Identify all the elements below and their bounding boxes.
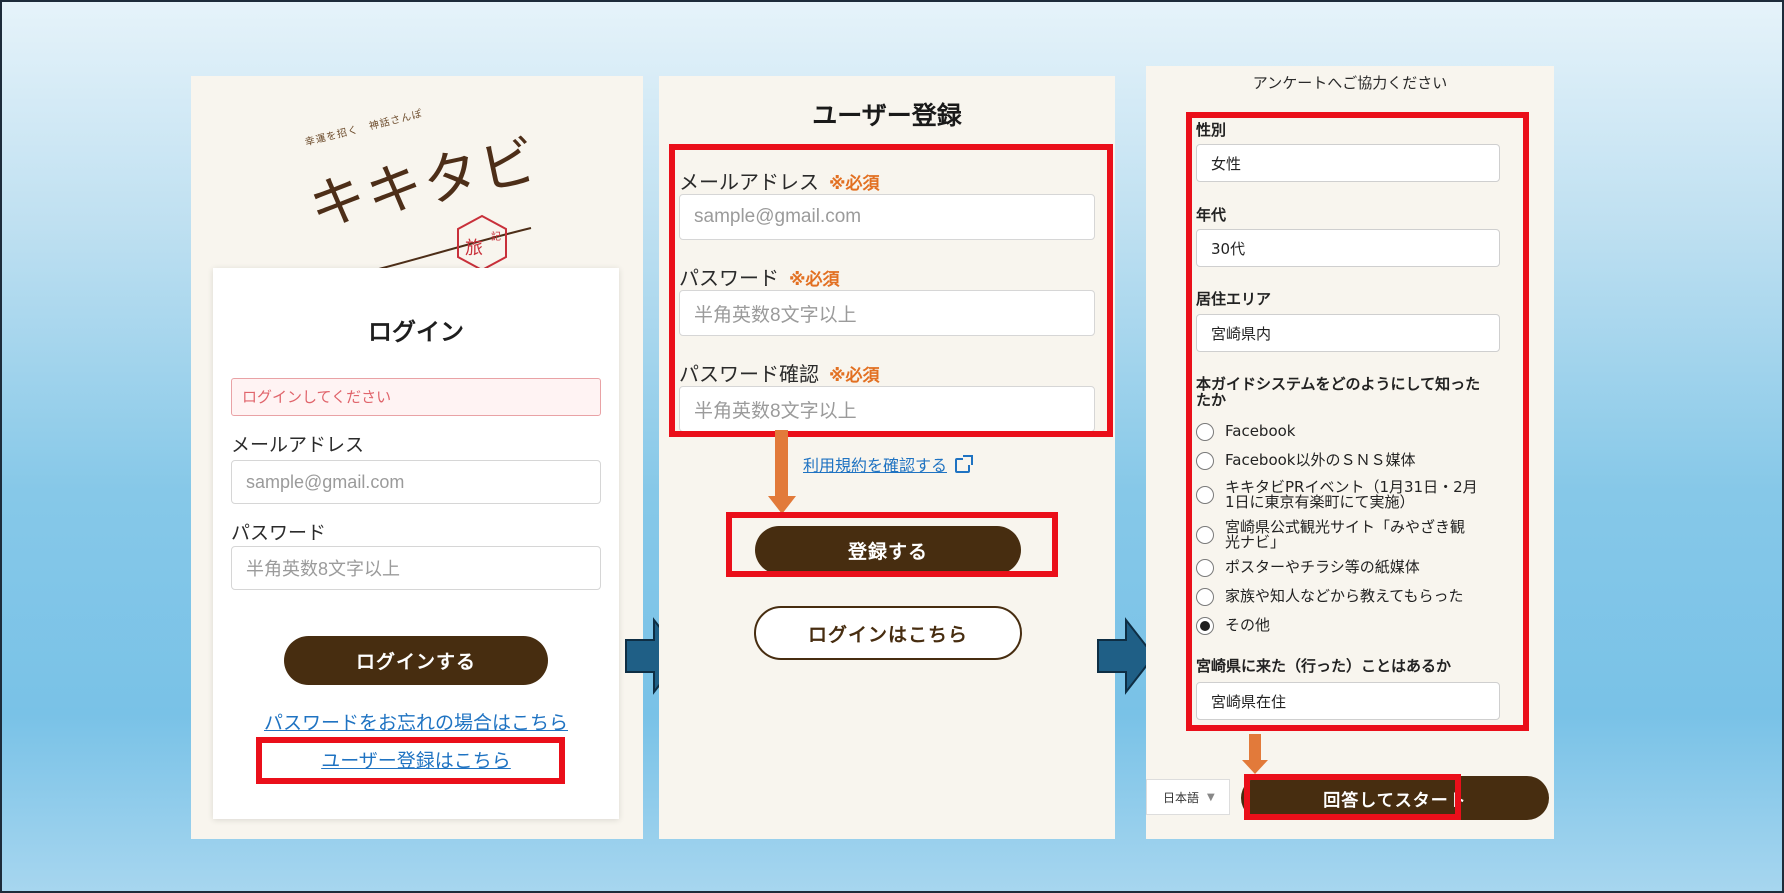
- login-alert: ログインしてください: [231, 378, 601, 416]
- screenshot-root: { "login": { "logo_tagline": "幸運を招く 神話さん…: [0, 0, 1784, 893]
- highlight-survey-submit: [1244, 774, 1461, 820]
- password-label: パスワード: [231, 522, 327, 544]
- caret-down-icon: ▼: [1207, 791, 1215, 803]
- survey-header: アンケートへご協力ください: [1252, 74, 1448, 92]
- terms-link[interactable]: 利用規約を確認する: [803, 452, 974, 476]
- login-link-button[interactable]: ログインはこちら: [754, 606, 1022, 660]
- login-screen: 幸運を招く 神話さんぽ キキタビ 旅 記 ログイン ログインしてください メール…: [191, 76, 643, 839]
- highlight-survey-form: [1186, 112, 1529, 731]
- terms-link-text[interactable]: 利用規約を確認する: [803, 456, 947, 475]
- highlight-register-form: [669, 144, 1113, 437]
- logo-seal-small-character: 記: [491, 232, 501, 243]
- forgot-password-link[interactable]: パスワードをお忘れの場合はこちら: [213, 708, 619, 735]
- logo-seal-character: 旅: [465, 238, 483, 259]
- login-button[interactable]: ログインする: [284, 636, 548, 685]
- password-field[interactable]: 半角英数8文字以上: [231, 546, 601, 590]
- external-link-icon: [955, 455, 974, 473]
- email-label: メールアドレス: [231, 434, 365, 456]
- orange-arrow-shaft: [775, 430, 788, 498]
- highlight-register-link: [256, 737, 565, 784]
- register-title: ユーザー登録: [812, 101, 962, 130]
- language-label: 日本語: [1163, 790, 1200, 805]
- language-selector[interactable]: 日本語 ▼: [1146, 779, 1230, 815]
- email-field[interactable]: sample@gmail.com: [231, 460, 601, 504]
- login-title: ログイン: [368, 318, 464, 346]
- highlight-register-button: [726, 512, 1058, 577]
